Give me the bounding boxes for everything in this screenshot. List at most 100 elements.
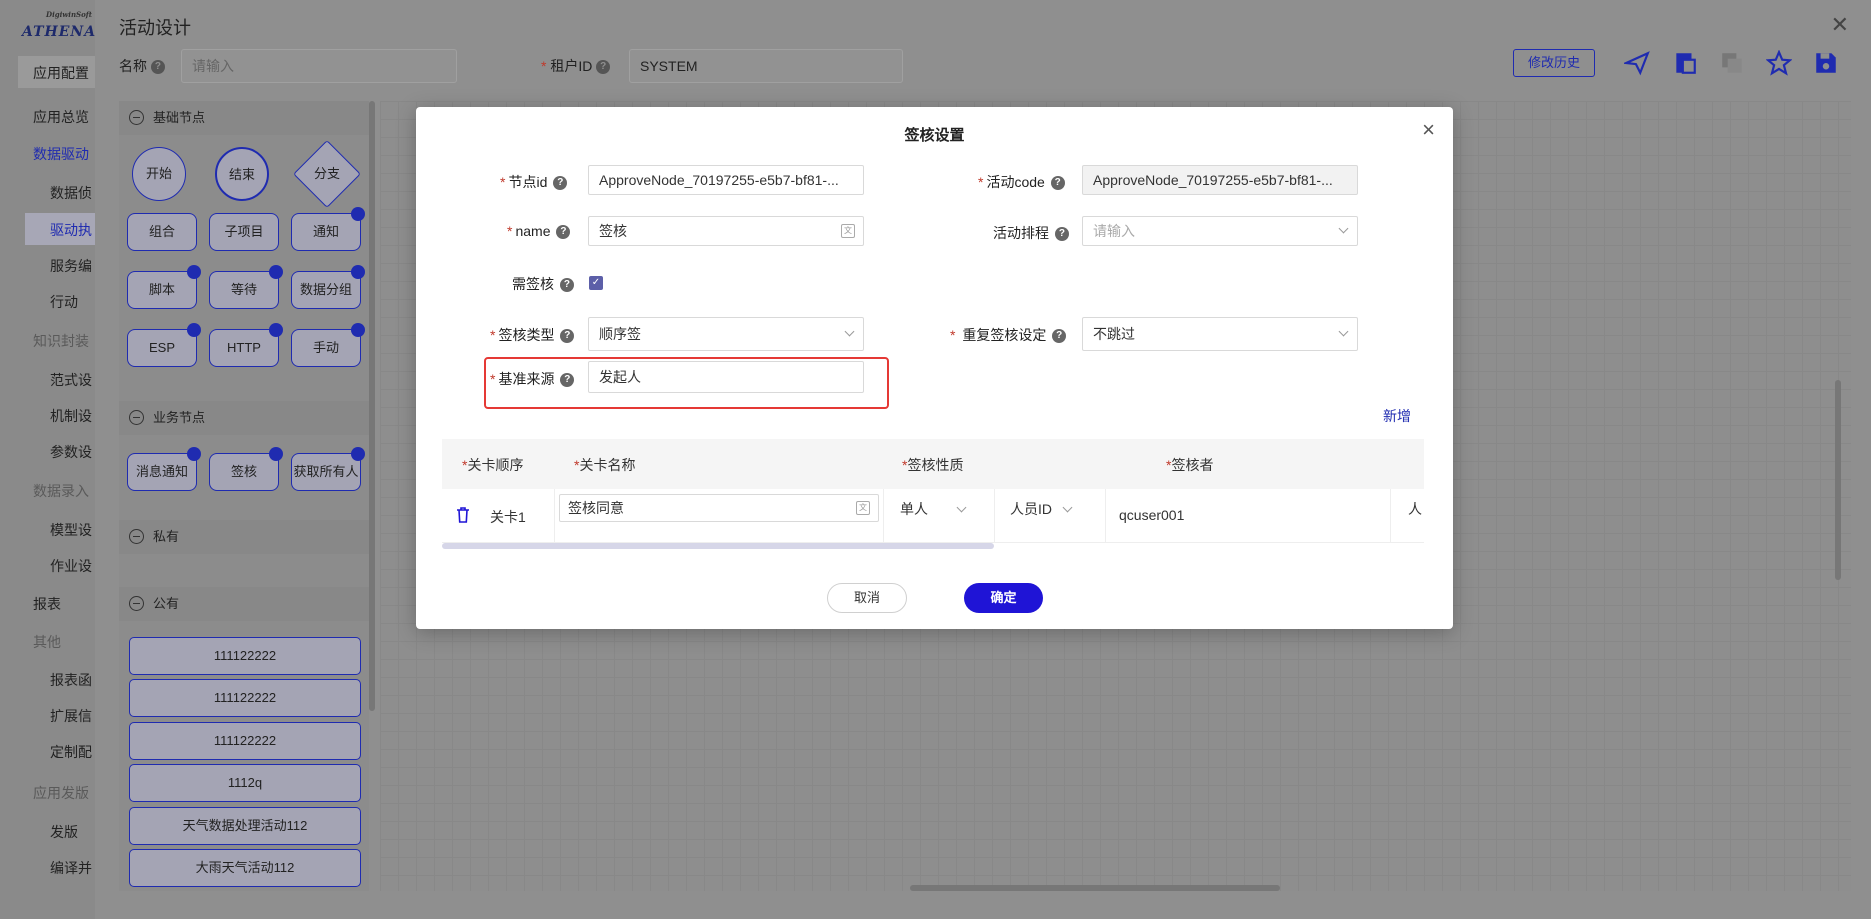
help-icon[interactable]: ? bbox=[560, 329, 575, 344]
translate-icon[interactable]: 文 bbox=[841, 224, 855, 238]
help-icon[interactable]: ? bbox=[1054, 227, 1069, 242]
node-script[interactable]: 脚本 bbox=[127, 265, 201, 309]
sidebar-item[interactable]: 行动 bbox=[50, 292, 78, 312]
basic-nodes-header[interactable]: 基础节点 bbox=[119, 101, 369, 135]
business-nodes-header[interactable]: 业务节点 bbox=[119, 401, 369, 435]
sidebar-item[interactable]: 服务编 bbox=[50, 256, 92, 276]
sidebar-item[interactable]: 编译并 bbox=[50, 858, 92, 878]
star-icon[interactable] bbox=[1765, 49, 1793, 78]
close-icon[interactable]: × bbox=[1422, 119, 1435, 141]
node-combine[interactable]: 组合 bbox=[127, 213, 197, 251]
table-horizontal-scrollbar[interactable] bbox=[442, 543, 994, 549]
node-get-all-people[interactable]: 获取所有人 bbox=[291, 447, 365, 491]
checkpoint-table: *关卡顺序 *关卡名称 *签核性质 *签核者 关卡1 签核同意文 单人 人员ID… bbox=[442, 439, 1424, 543]
chevron-down-icon bbox=[844, 326, 855, 337]
public-item[interactable]: 天气数据处理活动112 bbox=[129, 807, 361, 845]
cancel-button[interactable]: 取消 bbox=[827, 583, 907, 613]
node-manual[interactable]: 手动 bbox=[291, 323, 365, 367]
http-badge-icon bbox=[269, 323, 283, 337]
paste-icon[interactable] bbox=[1671, 50, 1699, 78]
private-header[interactable]: 私有 bbox=[119, 520, 369, 554]
public-item[interactable]: 111122222 bbox=[129, 722, 361, 760]
sidebar-item[interactable]: 作业设 bbox=[50, 556, 92, 576]
schedule-select[interactable]: 请输入 bbox=[1082, 216, 1358, 246]
sidebar-item[interactable]: 其他 bbox=[33, 632, 61, 652]
sidebar-item[interactable]: 数据驱动 bbox=[33, 144, 89, 164]
node-notify[interactable]: 通知 bbox=[291, 207, 365, 251]
name-input[interactable]: 签核文 bbox=[588, 216, 864, 246]
help-icon[interactable]: ? bbox=[1052, 329, 1067, 344]
page-title: 活动设计 bbox=[119, 18, 191, 38]
public-item[interactable]: 1112q bbox=[129, 764, 361, 802]
approver-value[interactable]: qcuser001 bbox=[1119, 507, 1184, 523]
sidebar-item[interactable]: 报表函 bbox=[50, 670, 92, 690]
node-start[interactable]: 开始 bbox=[132, 147, 186, 201]
sidebar-item[interactable]: 参数设 bbox=[50, 442, 92, 462]
need-approve-checkbox[interactable]: ✓ bbox=[589, 276, 603, 290]
sidebar-item[interactable]: 范式设 bbox=[50, 370, 92, 390]
help-icon[interactable]: ? bbox=[556, 225, 571, 240]
chevron-down-icon bbox=[1062, 502, 1073, 513]
divider bbox=[883, 489, 884, 543]
approve-nature-select[interactable]: 单人 bbox=[900, 499, 967, 519]
sidebar-item[interactable]: 应用总览 bbox=[33, 107, 89, 127]
repeat-approve-select[interactable]: 不跳过 bbox=[1082, 317, 1358, 351]
copy-icon[interactable] bbox=[1718, 50, 1746, 78]
help-icon[interactable]: ? bbox=[1050, 176, 1065, 191]
node-id-label: * 节点id ? bbox=[500, 172, 568, 192]
collapse-icon[interactable] bbox=[129, 529, 144, 544]
palette-scrollbar[interactable] bbox=[369, 101, 375, 711]
sidebar-item[interactable]: 数据录入 bbox=[33, 481, 89, 501]
sidebar-item[interactable]: 报表 bbox=[33, 594, 61, 614]
sidebar-item[interactable]: 驱动执 bbox=[50, 220, 92, 240]
name-input[interactable]: 请输入 bbox=[181, 49, 457, 83]
help-icon[interactable]: ? bbox=[559, 278, 574, 293]
node-http[interactable]: HTTP bbox=[209, 323, 283, 367]
canvas-horizontal-scrollbar[interactable] bbox=[910, 885, 1280, 891]
sidebar-item[interactable]: 知识封装 bbox=[33, 331, 89, 351]
node-message-notify[interactable]: 消息通知 bbox=[127, 447, 201, 491]
trash-icon[interactable] bbox=[456, 507, 470, 523]
public-item[interactable]: 111122222 bbox=[129, 637, 361, 675]
canvas-vertical-scrollbar[interactable] bbox=[1835, 380, 1841, 580]
sidebar-item[interactable]: 应用发版 bbox=[33, 783, 89, 803]
tenant-input[interactable]: SYSTEM bbox=[629, 49, 903, 83]
help-icon[interactable]: ? bbox=[596, 60, 611, 75]
node-branch[interactable]: 分支 bbox=[293, 140, 361, 208]
node-data-group[interactable]: 数据分组 bbox=[291, 265, 365, 309]
node-id-input[interactable]: ApproveNode_70197255-e5b7-bf81-... bbox=[588, 165, 864, 195]
public-item[interactable]: 大雨天气活动112 bbox=[129, 849, 361, 887]
approve-type-select[interactable]: 顺序签 bbox=[588, 317, 864, 351]
save-icon[interactable] bbox=[1812, 50, 1840, 78]
collapse-icon[interactable] bbox=[129, 596, 144, 611]
translate-icon[interactable]: 文 bbox=[856, 501, 870, 515]
node-esp[interactable]: ESP bbox=[127, 323, 201, 367]
send-icon[interactable] bbox=[1622, 50, 1651, 78]
node-approve[interactable]: 签核 bbox=[209, 447, 283, 491]
checkpoint-name-input[interactable]: 签核同意文 bbox=[559, 494, 879, 522]
node-wait[interactable]: 等待 bbox=[209, 265, 283, 309]
node-subproject[interactable]: 子项目 bbox=[209, 213, 279, 251]
sidebar-item[interactable]: 发版 bbox=[50, 822, 78, 842]
sidebar-item[interactable]: 模型设 bbox=[50, 520, 92, 540]
public-item[interactable]: 111122222 bbox=[129, 679, 361, 717]
help-icon[interactable]: ? bbox=[553, 176, 568, 191]
chevron-down-icon bbox=[1338, 223, 1349, 234]
history-button[interactable]: 修改历史 bbox=[1513, 49, 1595, 77]
add-link[interactable]: 新增 bbox=[1383, 406, 1411, 426]
sidebar-item[interactable]: 应用配置 bbox=[33, 63, 89, 83]
help-icon[interactable]: ? bbox=[150, 60, 165, 75]
collapse-icon[interactable] bbox=[129, 110, 144, 125]
confirm-button[interactable]: 确定 bbox=[964, 583, 1043, 613]
collapse-icon[interactable] bbox=[129, 410, 144, 425]
approver-extra[interactable]: 人 bbox=[1408, 499, 1422, 519]
approver-type-select[interactable]: 人员ID bbox=[1010, 499, 1073, 519]
sidebar-item[interactable]: 机制设 bbox=[50, 406, 92, 426]
close-icon[interactable]: ✕ bbox=[1831, 12, 1849, 38]
node-end[interactable]: 结束 bbox=[215, 147, 269, 201]
sidebar-item[interactable]: 定制配 bbox=[50, 742, 92, 762]
activity-code-input[interactable]: ApproveNode_70197255-e5b7-bf81-... bbox=[1082, 165, 1358, 195]
public-header[interactable]: 公有 bbox=[119, 587, 369, 621]
sidebar-item[interactable]: 扩展信 bbox=[50, 706, 92, 726]
sidebar-item[interactable]: 数据侦 bbox=[50, 183, 92, 203]
